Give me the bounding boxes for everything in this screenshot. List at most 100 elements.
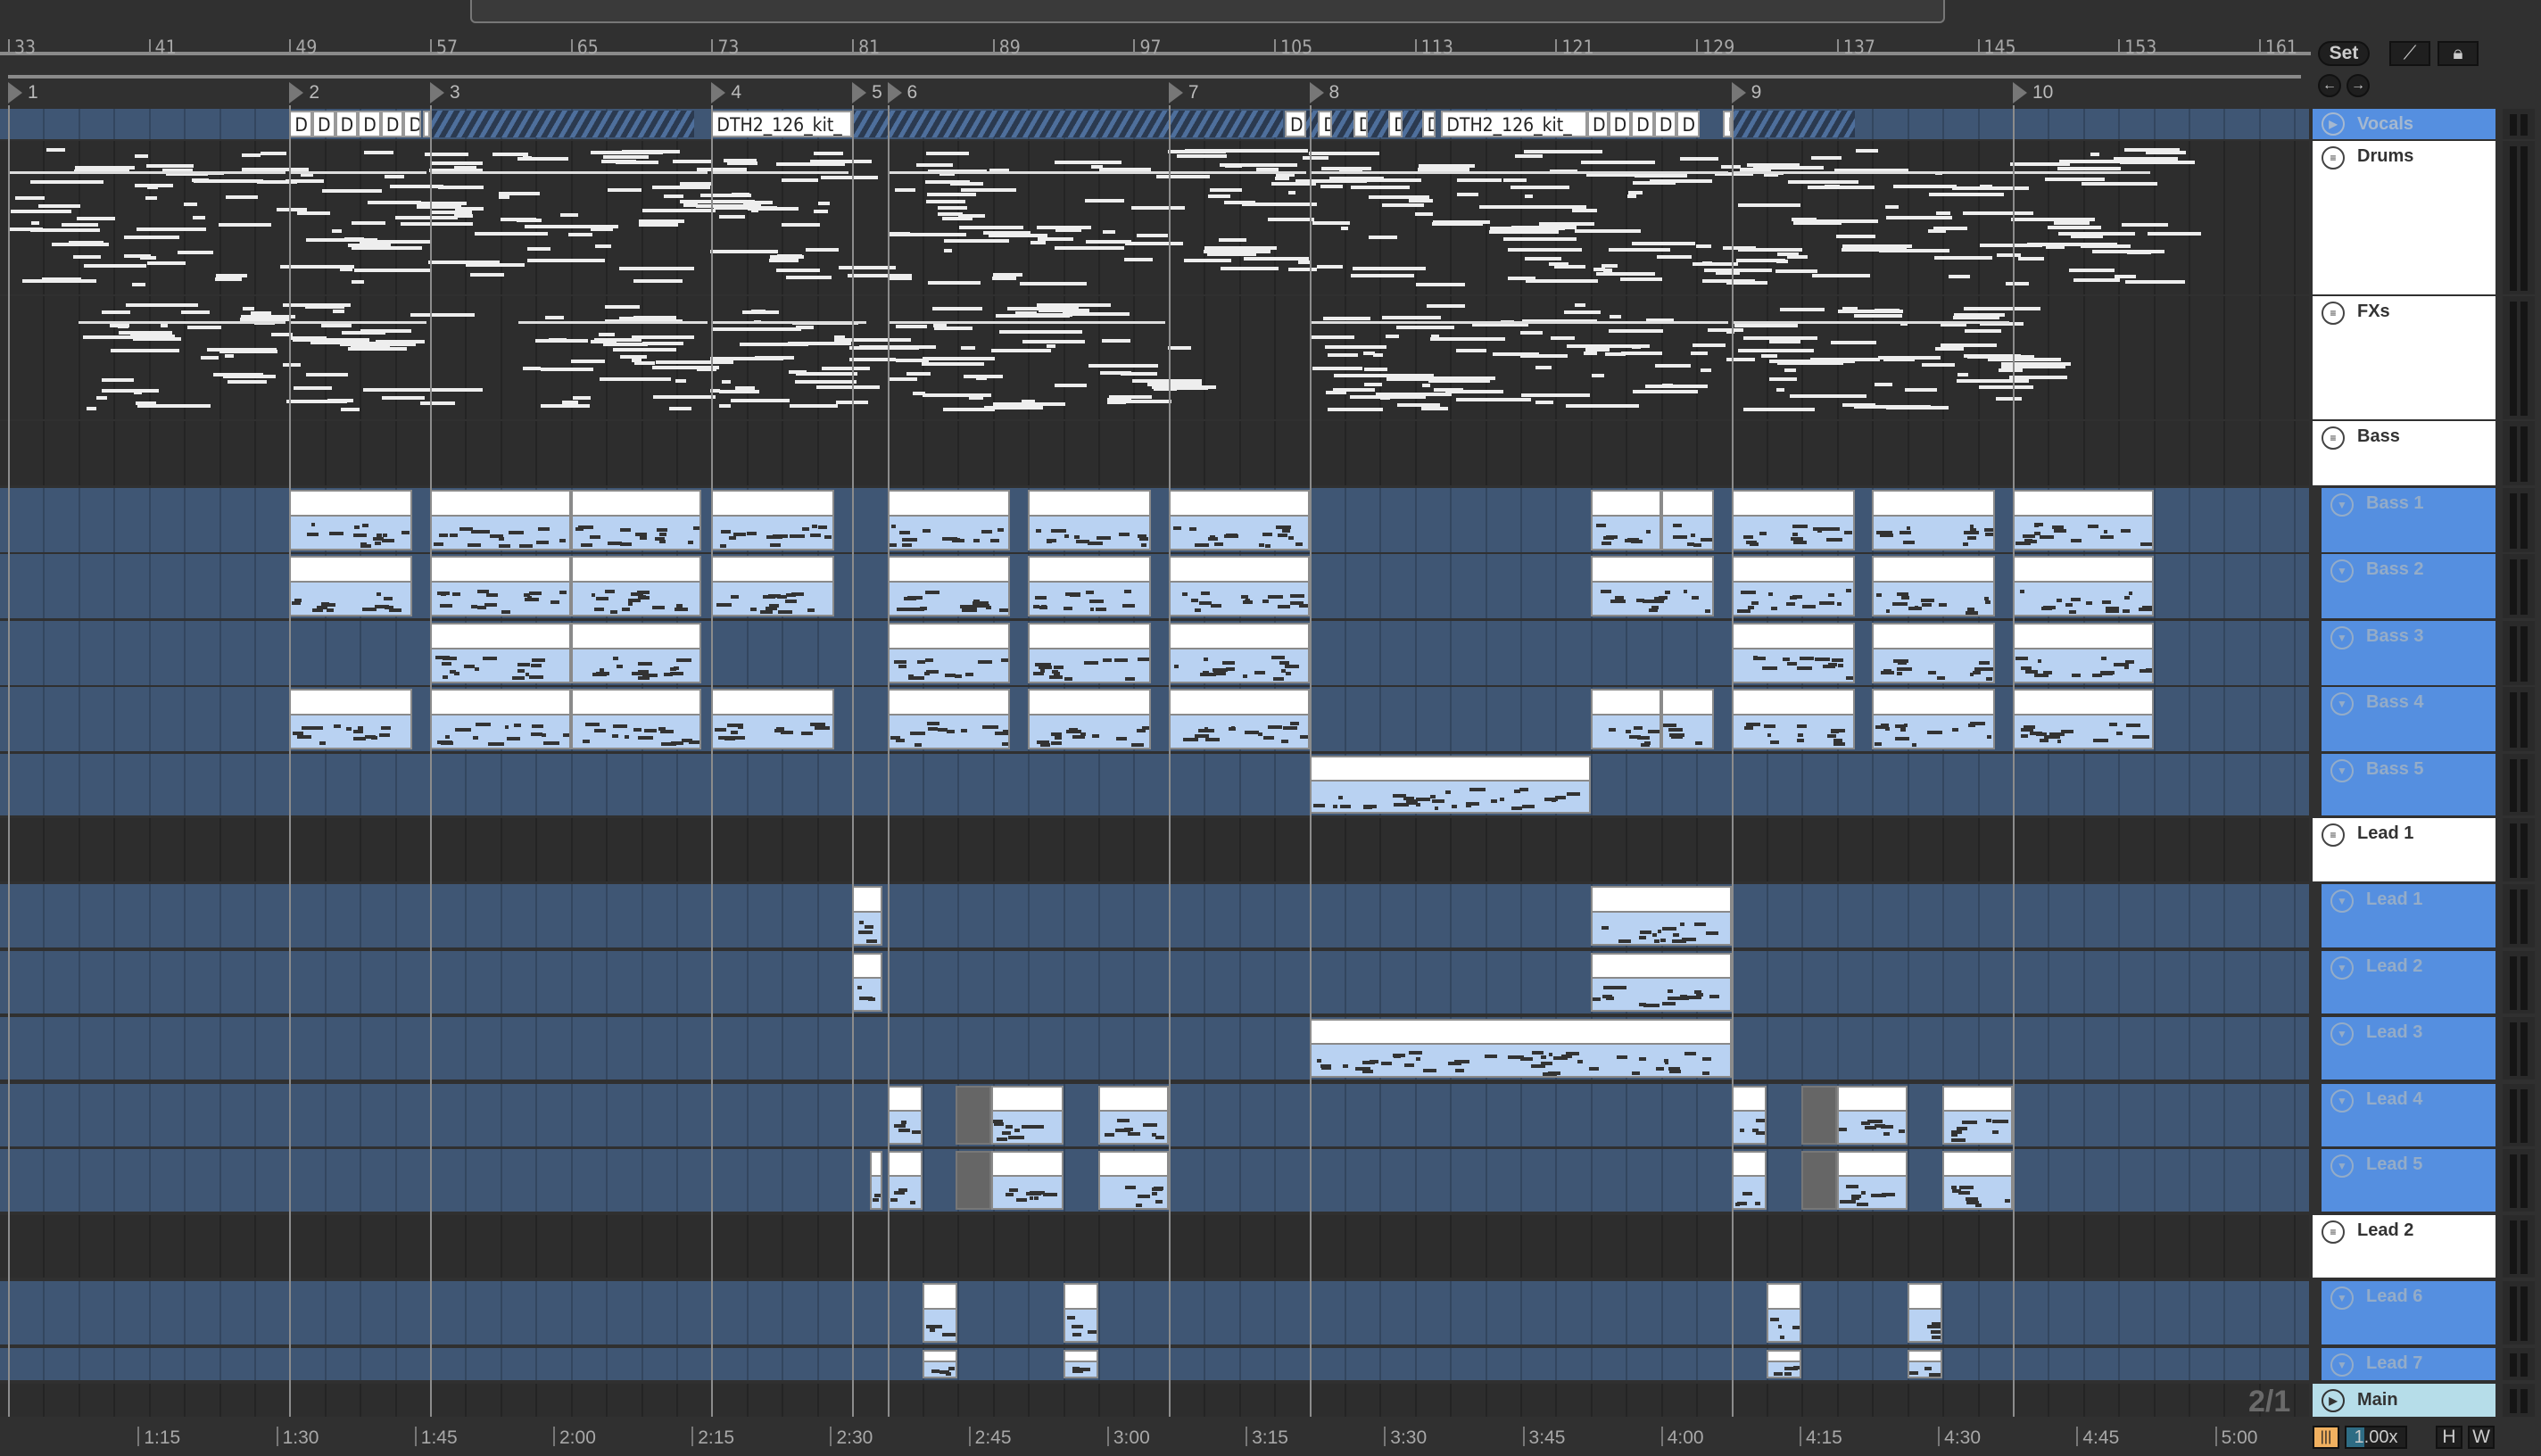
fold-icon[interactable]: ▼ <box>2330 1286 2354 1310</box>
midi-clip[interactable] <box>887 623 1011 683</box>
midi-clip[interactable] <box>1660 490 1714 550</box>
locator-8[interactable]: 8 <box>1309 82 1339 103</box>
play-icon[interactable]: ▶ <box>2322 112 2345 136</box>
midi-clip[interactable] <box>430 490 571 550</box>
track-lane-lead2g[interactable] <box>0 1215 2309 1278</box>
h-button[interactable]: H <box>2436 1426 2462 1449</box>
track-header-lead5[interactable]: ▼ Lead 5 <box>2322 1149 2495 1212</box>
midi-clip[interactable] <box>956 1151 991 1210</box>
play-icon[interactable]: ▶ <box>2322 1388 2345 1412</box>
locator-3[interactable]: 3 <box>430 82 460 103</box>
midi-clip[interactable] <box>1731 1151 1767 1210</box>
midi-clip[interactable] <box>1836 1086 1908 1145</box>
midi-clip[interactable] <box>1168 490 1310 550</box>
track-header-drums[interactable]: ≡ Drums <box>2313 141 2495 294</box>
midi-clip[interactable] <box>711 689 835 749</box>
midi-clip[interactable] <box>570 490 701 550</box>
midi-clip[interactable] <box>1028 689 1152 749</box>
midi-clip[interactable] <box>887 1086 923 1145</box>
midi-clip[interactable] <box>1028 623 1152 683</box>
muted-clip-region[interactable] <box>430 111 694 137</box>
track-lane-lead2[interactable] <box>0 951 2309 1013</box>
midi-clip[interactable] <box>887 689 1011 749</box>
track-header-vocals[interactable]: ▶ Vocals <box>2313 109 2495 139</box>
midi-clip[interactable] <box>1942 1086 2013 1145</box>
track-lane-vocals[interactable]: DDDDDDDDTH2_126_kit_DDDDDDTH2_126_kit_DD… <box>0 109 2309 139</box>
fold-icon[interactable]: ▼ <box>2330 956 2354 980</box>
audio-clip[interactable]: D <box>1421 111 1436 137</box>
fold-icon[interactable]: ▼ <box>2330 626 2354 649</box>
midi-clip[interactable] <box>1872 689 1996 749</box>
midi-clip[interactable] <box>1907 1350 1943 1378</box>
track-lane-drums[interactable] <box>0 141 2309 294</box>
midi-clip[interactable] <box>852 886 882 946</box>
group-icon[interactable]: ≡ <box>2322 146 2345 170</box>
track-lane-lead1[interactable] <box>0 884 2309 947</box>
midi-clip[interactable] <box>1168 556 1310 616</box>
audio-clip[interactable]: D <box>423 111 431 137</box>
track-header-lead7[interactable]: ▼ Lead 7 <box>2322 1348 2495 1380</box>
midi-clip[interactable] <box>711 556 835 616</box>
midi-clip[interactable] <box>1872 623 1996 683</box>
audio-clip[interactable]: D <box>1608 111 1632 137</box>
midi-clip[interactable] <box>1028 556 1152 616</box>
midi-clip[interactable] <box>1590 953 1732 1012</box>
midi-clip[interactable] <box>1063 1283 1098 1343</box>
midi-clip[interactable] <box>1942 1151 2013 1210</box>
fold-icon[interactable]: ▼ <box>2330 1022 2354 1046</box>
fold-icon[interactable]: ▼ <box>2330 493 2354 517</box>
track-lane-bass[interactable] <box>0 421 2309 485</box>
fold-icon[interactable]: ▼ <box>2330 1089 2354 1113</box>
waveform-icon[interactable]: ||| <box>2313 1426 2339 1449</box>
group-icon[interactable]: ≡ <box>2322 1220 2345 1244</box>
midi-clip[interactable] <box>2012 689 2154 749</box>
track-header-bass2[interactable]: ▼ Bass 2 <box>2322 554 2495 618</box>
track-lane-lead3[interactable] <box>0 1017 2309 1080</box>
track-lane-bass3[interactable] <box>0 621 2309 685</box>
fold-icon[interactable]: ▼ <box>2330 692 2354 716</box>
midi-clip[interactable] <box>1836 1151 1908 1210</box>
midi-clip[interactable] <box>956 1086 991 1145</box>
fold-icon[interactable]: ▼ <box>2330 889 2354 913</box>
midi-clip[interactable] <box>1767 1283 1802 1343</box>
fold-icon[interactable]: ▼ <box>2330 1353 2354 1377</box>
midi-clip[interactable] <box>990 1086 1064 1145</box>
midi-clip[interactable] <box>1590 556 1714 616</box>
locator-4[interactable]: 4 <box>711 82 741 103</box>
track-header-lead6[interactable]: ▼ Lead 6 <box>2322 1281 2495 1344</box>
lock-icon[interactable]: 🔒︎ <box>2438 41 2479 66</box>
midi-clip[interactable] <box>1801 1086 1837 1145</box>
audio-clip[interactable]: D <box>1388 111 1403 137</box>
midi-clip[interactable] <box>430 556 571 616</box>
track-lane-lead1g[interactable] <box>0 818 2309 881</box>
arrow-right-icon[interactable]: → <box>2346 74 2370 97</box>
draw-mode-icon[interactable]: ⟋ <box>2389 41 2430 66</box>
track-lane-bass2[interactable] <box>0 554 2309 618</box>
track-header-fxs[interactable]: ≡ FXs <box>2313 296 2495 419</box>
beat-time-ruler[interactable]: 33 41 49 57 65 73 81 89 97 105 113 121 129 137 145 153 1… <box>0 27 2311 57</box>
midi-clip[interactable] <box>2012 490 2154 550</box>
muted-clip-region[interactable] <box>852 111 1283 137</box>
midi-clip[interactable] <box>887 1151 923 1210</box>
group-icon[interactable]: ≡ <box>2322 302 2345 325</box>
midi-clip[interactable] <box>1309 1019 1732 1078</box>
track-header-lead3[interactable]: ▼ Lead 3 <box>2322 1017 2495 1080</box>
midi-clip[interactable] <box>2012 623 2154 683</box>
midi-clip[interactable] <box>887 490 1011 550</box>
arrow-left-icon[interactable]: ← <box>2318 74 2341 97</box>
track-lane-bass4[interactable] <box>0 687 2309 751</box>
midi-clip[interactable] <box>990 1151 1064 1210</box>
locator-7[interactable]: 7 <box>1168 82 1199 103</box>
audio-clip[interactable]: DTH2_126_kit_ <box>1441 111 1587 137</box>
audio-clip[interactable]: D <box>1284 111 1306 137</box>
midi-clip[interactable] <box>1872 556 1996 616</box>
track-lane-lead6[interactable] <box>0 1281 2309 1344</box>
midi-clip[interactable] <box>1731 1086 1767 1145</box>
midi-clip[interactable] <box>1872 490 1996 550</box>
track-header-lead1g[interactable]: ≡ Lead 1 <box>2313 818 2495 881</box>
arrangement-view[interactable]: DDDDDDDDTH2_126_kit_DDDDDDTH2_126_kit_DD… <box>0 105 2311 1417</box>
locator-6[interactable]: 6 <box>887 82 917 103</box>
midi-clip[interactable] <box>1168 623 1310 683</box>
midi-clip[interactable] <box>1309 756 1591 814</box>
midi-clip[interactable] <box>887 556 1011 616</box>
